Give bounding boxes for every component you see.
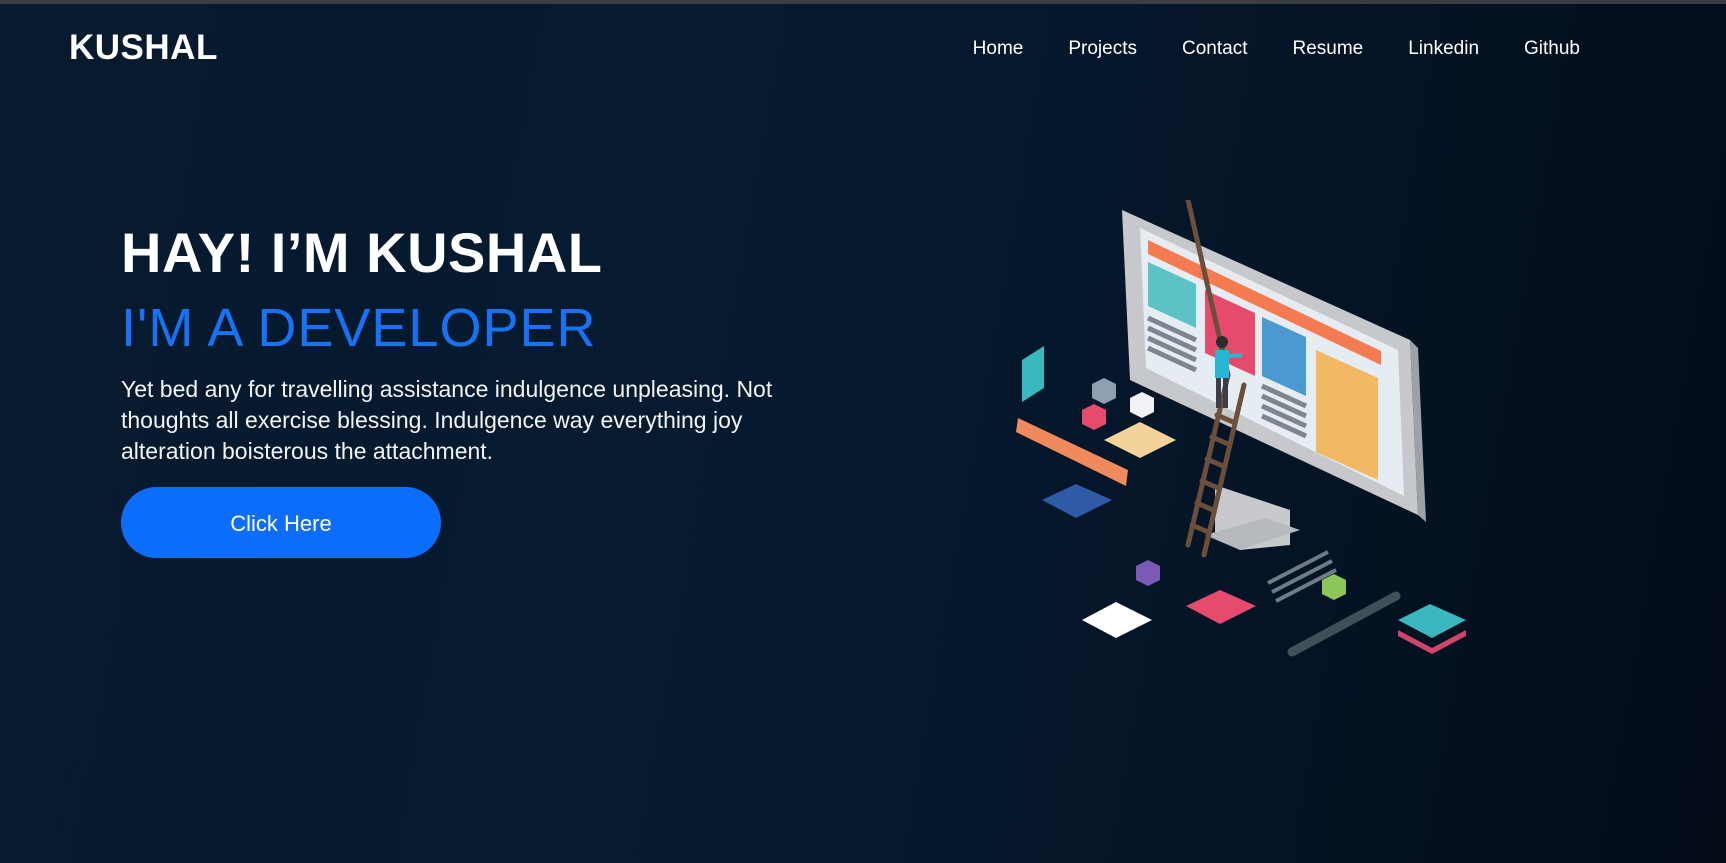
- nav-link-github[interactable]: Github: [1524, 38, 1580, 60]
- site-logo[interactable]: KUSHAL: [69, 28, 218, 68]
- hero-section: HAY! I’M KUSHAL I'M A DEVELOPER Yet bed …: [121, 222, 801, 558]
- star-card: [1186, 590, 1256, 624]
- illustration-svg: [1016, 197, 1466, 657]
- pencil: [1287, 591, 1401, 657]
- chat-card: [1042, 484, 1112, 518]
- hero-greeting: HAY! I’M KUSHAL: [121, 221, 603, 284]
- heart-card-stack: [1398, 604, 1466, 638]
- hero-role: I'M A DEVELOPER: [121, 298, 597, 358]
- developer-workspace-illustration: [1000, 197, 1500, 670]
- nav-link-contact[interactable]: Contact: [1182, 38, 1247, 60]
- cube-gray: [1092, 378, 1116, 404]
- nav-link-linkedin[interactable]: Linkedin: [1408, 38, 1479, 60]
- share-card-icon: [1022, 346, 1044, 402]
- nav-link-home[interactable]: Home: [973, 38, 1024, 60]
- hero-description: Yet bed any for travelling assistance in…: [121, 376, 773, 464]
- mail-card: [1104, 422, 1176, 458]
- main-nav: Home Projects Contact Resume Linkedin Gi…: [973, 38, 1580, 60]
- cube-green: [1322, 574, 1346, 600]
- cube-pink: [1082, 404, 1106, 430]
- white-card: [1082, 602, 1152, 638]
- ruler: [1016, 418, 1128, 486]
- nav-link-resume[interactable]: Resume: [1292, 38, 1363, 60]
- click-here-button[interactable]: Click Here: [121, 487, 441, 558]
- window-top-border: [0, 0, 1726, 4]
- cube-white: [1130, 392, 1154, 418]
- nav-link-projects[interactable]: Projects: [1068, 38, 1137, 60]
- hexagon-purple: [1136, 560, 1160, 586]
